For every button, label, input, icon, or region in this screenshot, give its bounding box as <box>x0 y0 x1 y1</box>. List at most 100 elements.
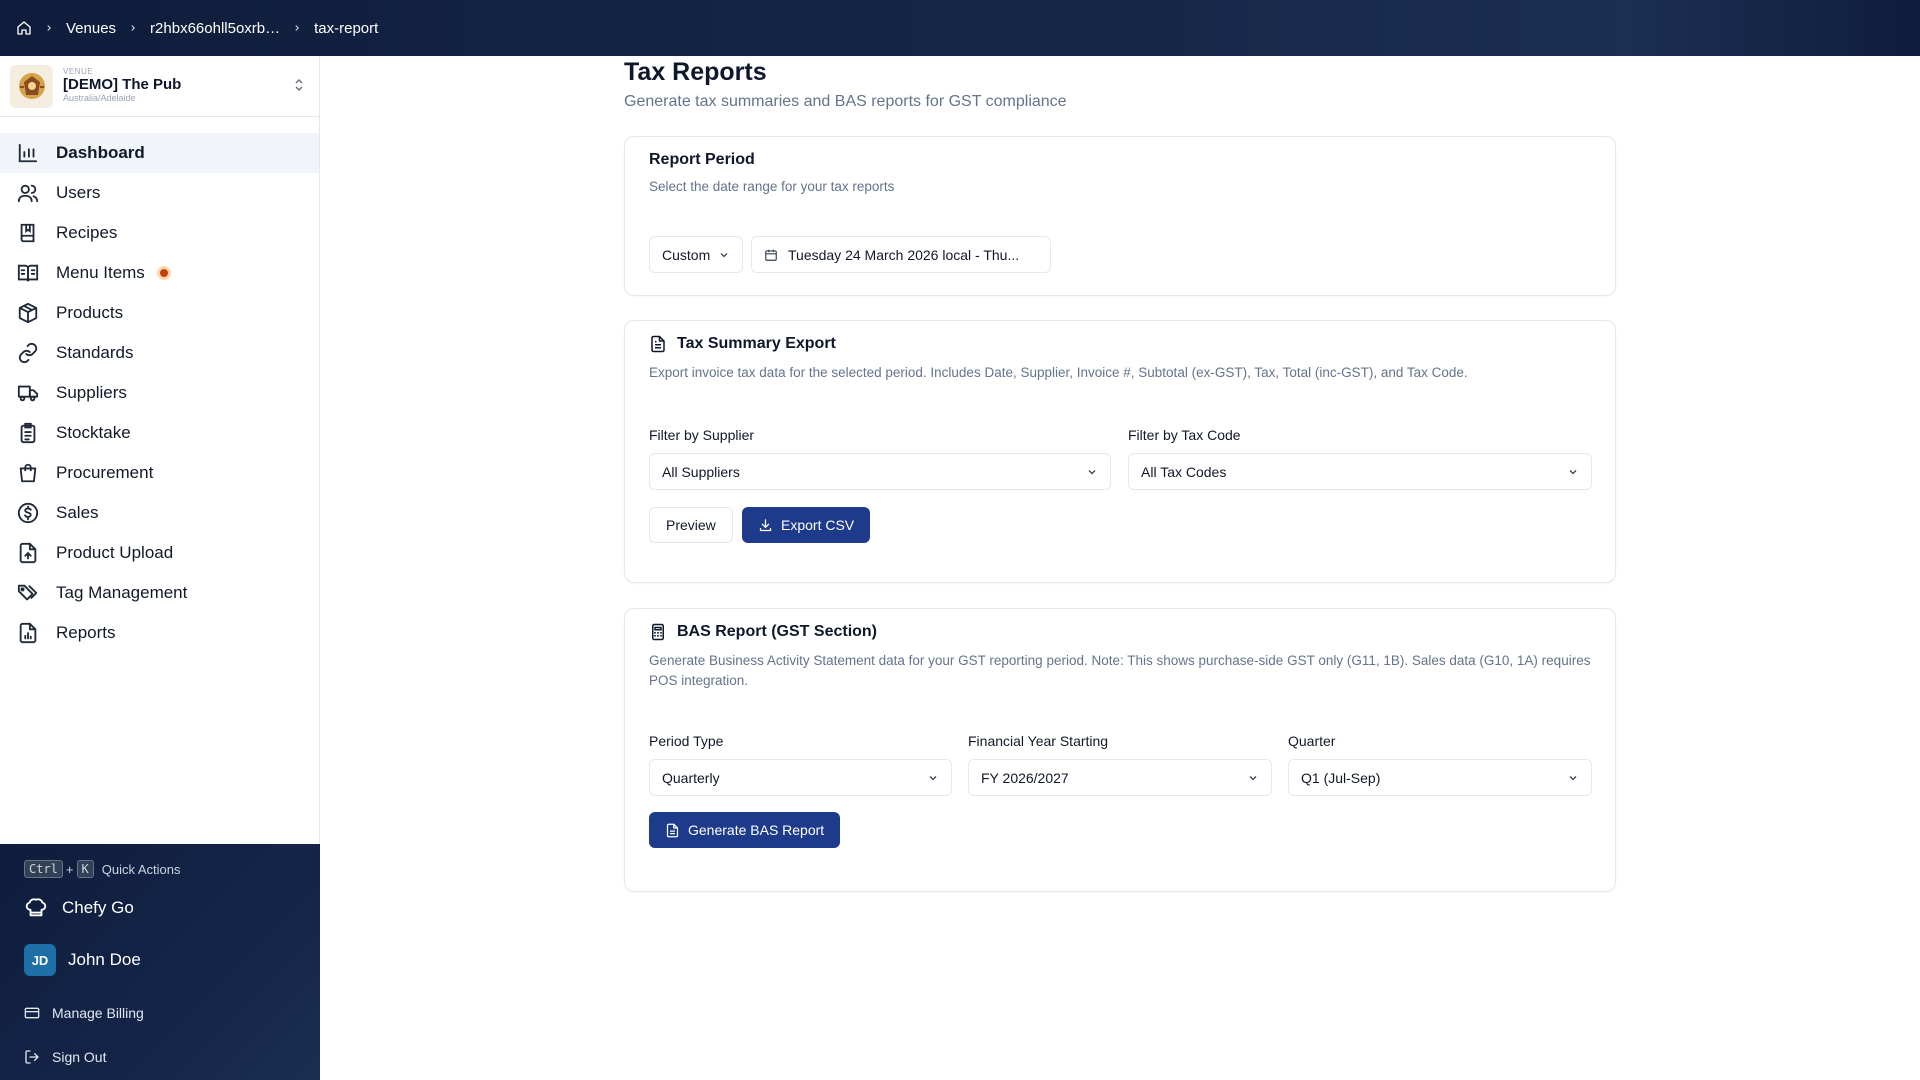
generate-bas-report-label: Generate BAS Report <box>688 822 825 838</box>
supplier-filter-label: Filter by Supplier <box>649 427 755 443</box>
generate-bas-report-button[interactable]: Generate BAS Report <box>649 812 841 848</box>
manage-billing-link[interactable]: Manage Billing <box>24 1005 144 1021</box>
taxcode-filter: Filter by Tax Code All Tax Codes <box>1128 427 1592 490</box>
sidebar-item-label: Dashboard <box>56 143 145 162</box>
export-csv-label: Export CSV <box>781 517 855 533</box>
card-title: Tax Summary Export <box>677 335 836 352</box>
sidebar-item-label: Procurement <box>56 463 154 482</box>
sidebar-item-stocktake[interactable]: Stocktake <box>0 413 319 453</box>
chevron-right-icon <box>128 23 138 33</box>
chevron-down-icon <box>1086 466 1098 478</box>
supplier-filter: Filter by Supplier All Suppliers <box>649 427 1111 490</box>
sidebar-item-label: Users <box>56 183 101 202</box>
chefy-go-button[interactable]: Chefy Go <box>24 896 134 920</box>
kbd-plus: + <box>65 861 74 877</box>
preview-button-label: Preview <box>666 517 716 533</box>
book-icon <box>16 221 40 245</box>
sidebar-item-label: Tag Management <box>56 583 188 602</box>
financial-year-field: Financial Year Starting FY 2026/2027 <box>968 733 1272 796</box>
sidebar-item-procurement[interactable]: Procurement <box>0 453 319 493</box>
calculator-icon <box>649 623 677 641</box>
breadcrumb-venue-id[interactable]: r2hbx66ohll5oxrb… <box>150 20 280 37</box>
supplier-select[interactable]: All Suppliers <box>649 453 1111 490</box>
bar-chart-icon <box>16 141 40 165</box>
sidebar-item-suppliers[interactable]: Suppliers <box>0 373 319 413</box>
quarter-label: Quarter <box>1288 733 1336 749</box>
sidebar-item-dashboard[interactable]: Dashboard <box>0 133 319 173</box>
sidebar-item-label: Sales <box>56 503 99 522</box>
sidebar-item-product-upload[interactable]: Product Upload <box>0 533 319 573</box>
home-icon[interactable] <box>16 20 32 36</box>
sign-out-link[interactable]: Sign Out <box>24 1049 106 1065</box>
sidebar-item-products[interactable]: Products <box>0 293 319 333</box>
sidebar-item-tag-management[interactable]: Tag Management <box>0 573 319 613</box>
user-menu[interactable]: JD John Doe <box>24 944 141 976</box>
tax-summary-card: Tax Summary Export Export invoice tax da… <box>624 320 1616 583</box>
file-upload-icon <box>16 541 40 565</box>
sidebar-nav: Dashboard Users Recipes Menu Items Produ… <box>0 117 319 653</box>
venue-timezone: Australia/Adelaide <box>63 92 136 103</box>
bas-report-card: BAS Report (GST Section) Generate Busine… <box>624 608 1616 892</box>
card-description: Generate Business Activity Statement dat… <box>649 653 1591 689</box>
sidebar-item-menu-items[interactable]: Menu Items <box>0 253 319 293</box>
taxcode-filter-label: Filter by Tax Code <box>1128 427 1241 443</box>
sidebar-item-standards[interactable]: Standards <box>0 333 319 373</box>
period-type-label: Period Type <box>649 733 724 749</box>
range-type-select[interactable]: Custom <box>649 236 743 273</box>
sidebar-item-label: Product Upload <box>56 543 174 562</box>
supplier-select-value: All Suppliers <box>662 463 740 480</box>
quick-actions-label: Quick Actions <box>101 861 181 877</box>
chevron-right-icon <box>44 23 54 33</box>
financial-year-value: FY 2026/2027 <box>981 769 1069 786</box>
quarter-value: Q1 (Jul-Sep) <box>1301 769 1381 786</box>
link-icon <box>16 341 40 365</box>
file-text-icon <box>665 823 688 838</box>
clipboard-icon <box>16 421 40 445</box>
venue-switcher[interactable]: VENUE [DEMO] The Pub Australia/Adelaide <box>0 56 319 117</box>
sidebar-item-sales[interactable]: Sales <box>0 493 319 533</box>
period-type-select[interactable]: Quarterly <box>649 759 952 796</box>
preview-button[interactable]: Preview <box>649 507 733 543</box>
card-title: BAS Report (GST Section) <box>677 623 878 640</box>
report-period-card: Report Period Select the date range for … <box>624 136 1616 296</box>
download-icon <box>758 518 781 533</box>
file-chart-icon <box>16 621 40 645</box>
date-range-picker[interactable]: Tuesday 24 March 2026 local - Thu... <box>751 236 1051 273</box>
quick-actions-hint[interactable]: Ctrl + K Quick Actions <box>24 860 181 878</box>
period-type-field: Period Type Quarterly <box>649 733 952 796</box>
manage-billing-label: Manage Billing <box>52 1005 144 1021</box>
credit-card-icon <box>24 1005 52 1021</box>
sidebar: VENUE [DEMO] The Pub Australia/Adelaide … <box>0 56 320 1080</box>
avatar: JD <box>24 944 56 976</box>
chef-hat-icon <box>24 896 48 920</box>
taxcode-select[interactable]: All Tax Codes <box>1128 453 1592 490</box>
page-title: Tax Reports <box>624 58 767 86</box>
breadcrumb-current: tax-report <box>314 19 379 37</box>
chevron-down-icon <box>1247 772 1259 784</box>
sidebar-item-label: Suppliers <box>56 383 127 402</box>
card-description: Select the date range for your tax repor… <box>649 179 895 194</box>
breadcrumb-venues[interactable]: Venues <box>66 20 116 37</box>
sidebar-item-label: Products <box>56 303 124 322</box>
sidebar-item-label: Stocktake <box>56 423 131 442</box>
user-name: John Doe <box>68 950 141 969</box>
sidebar-item-label: Standards <box>56 343 134 362</box>
sidebar-footer: Ctrl + K Quick Actions Chefy Go JD John … <box>0 844 320 1080</box>
chefy-go-label: Chefy Go <box>62 898 134 917</box>
tags-icon <box>16 581 40 605</box>
financial-year-select[interactable]: FY 2026/2027 <box>968 759 1272 796</box>
sidebar-item-users[interactable]: Users <box>0 173 319 213</box>
venue-logo <box>10 64 53 108</box>
sidebar-item-recipes[interactable]: Recipes <box>0 213 319 253</box>
quarter-select[interactable]: Q1 (Jul-Sep) <box>1288 759 1592 796</box>
top-bar: Venues r2hbx66ohll5oxrb… tax-report <box>0 0 1920 56</box>
export-csv-button[interactable]: Export CSV <box>742 507 871 543</box>
sidebar-item-reports[interactable]: Reports <box>0 613 319 653</box>
truck-icon <box>16 381 40 405</box>
sign-out-label: Sign Out <box>52 1049 107 1065</box>
shopping-bag-icon <box>16 461 40 485</box>
file-text-icon <box>649 335 677 353</box>
chevron-down-icon <box>1567 772 1579 784</box>
main-content: Tax Reports Generate tax summaries and B… <box>624 56 1616 892</box>
card-title: Report Period <box>649 151 755 168</box>
